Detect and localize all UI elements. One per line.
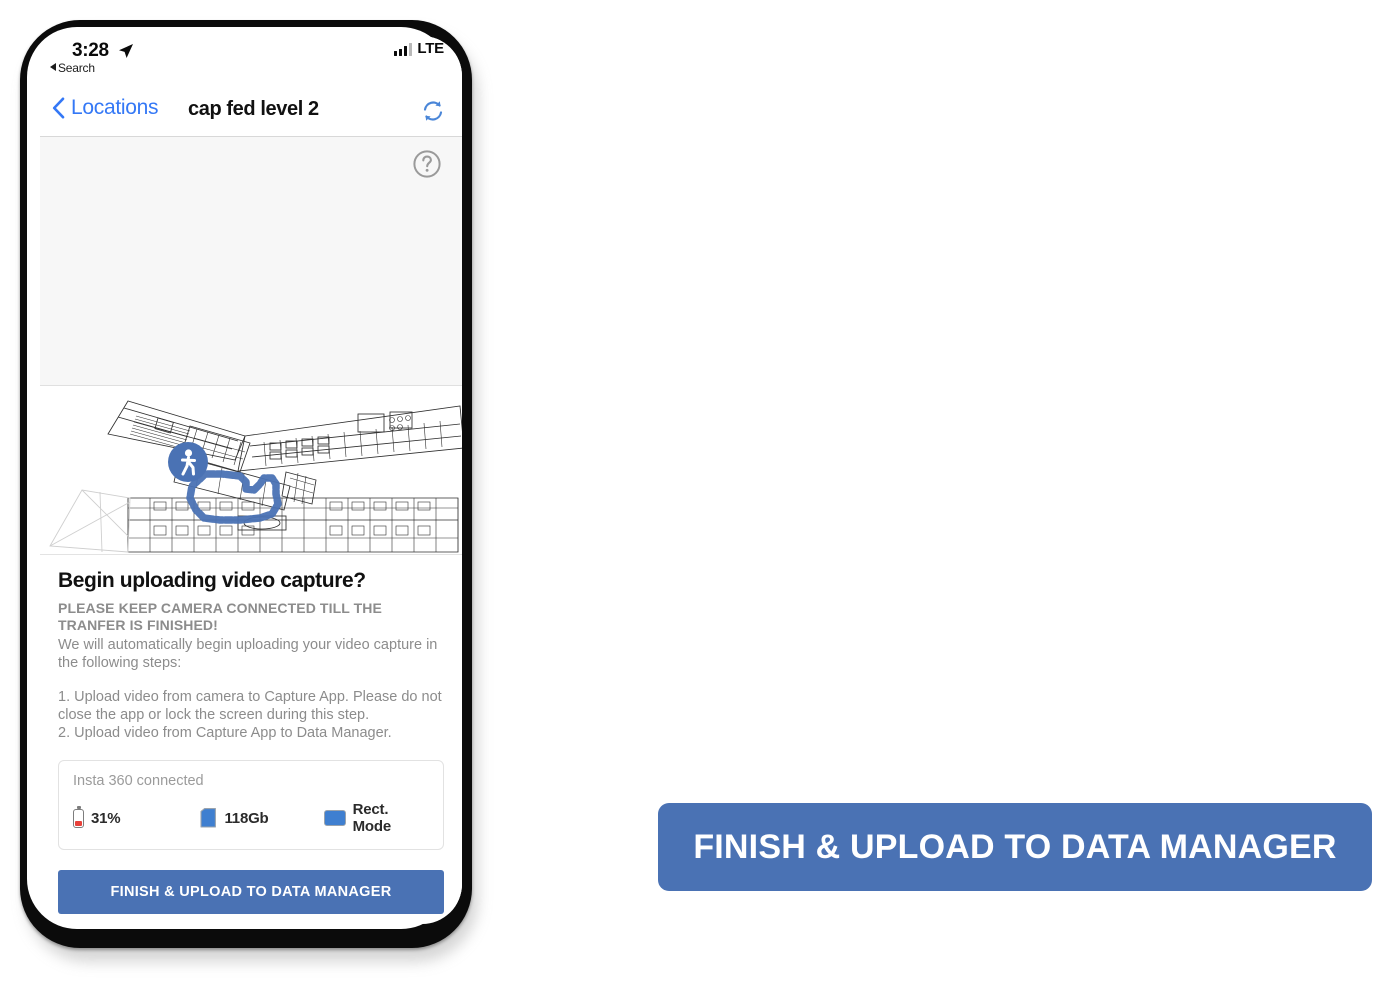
battery-stat: 31% <box>73 806 200 828</box>
back-button[interactable]: Locations <box>52 96 159 120</box>
capture-mode-stat: Rect. Mode <box>324 801 429 835</box>
back-to-previous-app[interactable]: Search <box>50 61 95 75</box>
dialog-step-2: 2. Upload video from Capture App to Data… <box>58 725 392 741</box>
navigation-bar: Locations cap fed level 2 <box>40 88 462 137</box>
floorplan-drawing <box>49 400 462 553</box>
lens-rect-mode-icon <box>324 810 346 826</box>
battery-icon <box>73 806 84 828</box>
chevron-left-icon <box>52 97 65 119</box>
ios-status-bar: 3:28 Search LTE <box>40 36 462 88</box>
phone-mockup: 3:28 Search LTE Locations cap fed level … <box>12 14 492 969</box>
device-status-card: Insta 360 connected 31% 118Gb Rect. Mode <box>58 760 444 850</box>
dialog-intro-text: We will automatically begin uploading yo… <box>58 637 438 671</box>
storage-stat: 118Gb <box>200 808 324 828</box>
back-button-label: Locations <box>71 96 159 119</box>
device-stats-row: 31% 118Gb Rect. Mode <box>73 801 429 835</box>
floorplan-panel[interactable] <box>40 386 462 555</box>
phone-screen: 3:28 Search LTE Locations cap fed level … <box>40 36 462 924</box>
finish-upload-button[interactable]: FINISH & UPLOAD TO DATA MANAGER <box>58 870 444 914</box>
carrier-label: LTE <box>417 40 444 57</box>
dialog-warning-text: PLEASE KEEP CAMERA CONNECTED TILL THE TR… <box>58 600 382 633</box>
refresh-icon[interactable] <box>420 98 446 124</box>
status-bar-right: LTE <box>394 40 444 57</box>
page-title: cap fed level 2 <box>188 98 319 120</box>
signal-bars-icon <box>394 43 413 56</box>
capture-mode-value: Rect. Mode <box>352 801 392 835</box>
callout-finish-upload-button[interactable]: FINISH & UPLOAD TO DATA MANAGER <box>658 803 1372 891</box>
location-arrow-icon <box>119 44 133 58</box>
device-connection-label: Insta 360 connected <box>73 773 204 789</box>
upload-dialog: Begin uploading video capture? PLEASE KE… <box>40 555 462 914</box>
battery-value: 31% <box>91 809 121 827</box>
back-to-app-label: Search <box>58 61 95 75</box>
status-bar-time: 3:28 <box>72 40 109 61</box>
dialog-title: Begin uploading video capture? <box>58 569 366 592</box>
dialog-step-1: 1. Upload video from camera to Capture A… <box>58 689 442 723</box>
storage-value: 118Gb <box>224 809 269 827</box>
sdcard-icon <box>200 808 217 828</box>
question-circle-icon[interactable] <box>412 149 442 179</box>
walking-person-icon <box>168 442 208 482</box>
video-preview-panel <box>40 137 462 386</box>
back-triangle-icon <box>50 63 56 71</box>
